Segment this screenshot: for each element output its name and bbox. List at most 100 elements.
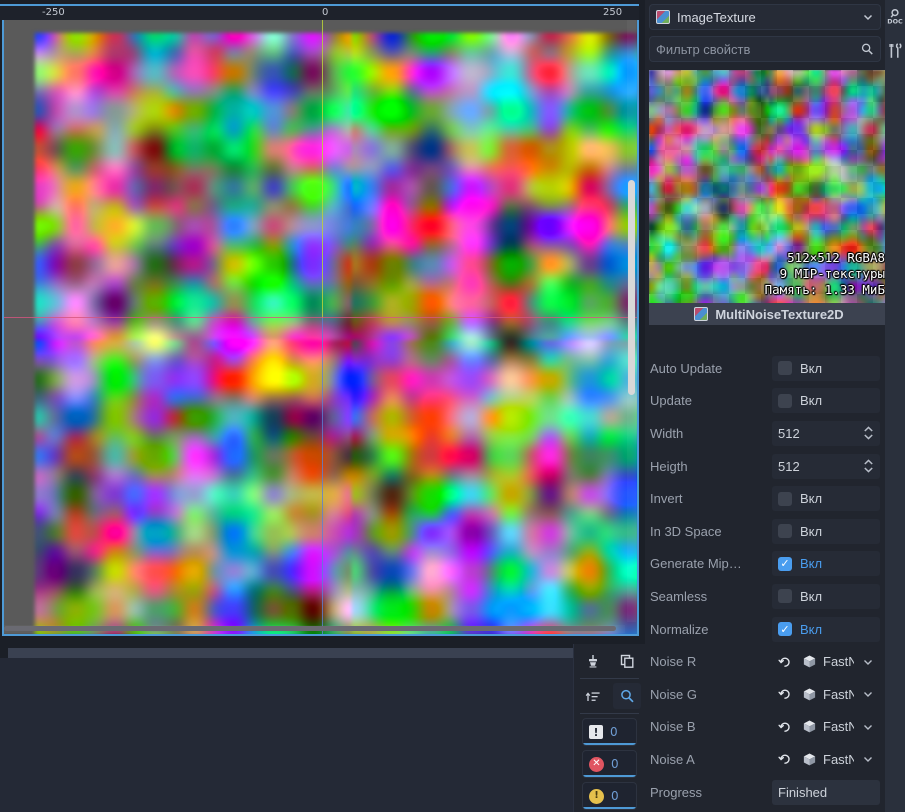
checkbox-label: Вкл [800, 361, 822, 376]
viewport-vertical-scrollbar[interactable] [627, 20, 636, 622]
search-icon[interactable] [860, 42, 874, 56]
property-resource-field[interactable]: FastNois [772, 682, 880, 707]
clear-button[interactable] [579, 648, 607, 674]
chevron-down-icon[interactable] [862, 753, 874, 765]
chevron-down-icon [862, 11, 874, 23]
checkbox-label: Вкл [800, 589, 822, 604]
checkbox[interactable] [778, 524, 792, 538]
checkbox-label: Вкл [800, 622, 822, 637]
property-row: Update Вкл [645, 385, 885, 418]
property-resource-field[interactable]: FastNois [772, 714, 880, 739]
property-row: Noise AFastNois [645, 743, 885, 776]
info-square-icon: ! [589, 725, 603, 739]
resource-picker[interactable]: FastNois [802, 654, 854, 669]
copy-button[interactable] [613, 648, 641, 674]
editor-window: -250 0 250 ! 0 ✕ 0 ! 0 ImageTexture Филь… [0, 0, 905, 812]
error-count: 0 [611, 757, 619, 771]
horizontal-scroll-thumb[interactable] [4, 626, 616, 631]
checkbox-label: Вкл [800, 556, 822, 571]
warning-circle-icon: ! [589, 789, 604, 804]
property-label: Noise B [650, 719, 772, 734]
bottom-panel-header-strip [8, 648, 573, 658]
search-icon [619, 688, 635, 704]
revert-icon[interactable] [778, 687, 792, 701]
texture-preview-thumbnail: 512×512 RGBA8 9 MIP-текстуры Память: 1.3… [649, 70, 889, 325]
checkbox[interactable] [778, 394, 792, 408]
resource-cube-icon [802, 654, 817, 669]
resource-value: FastNois [823, 654, 854, 669]
property-label: In 3D Space [650, 524, 772, 539]
chevron-down-icon[interactable] [862, 688, 874, 700]
property-row: Noise B FastNois [645, 711, 885, 744]
revert-icon[interactable] [778, 655, 792, 669]
texture-size-info: 512×512 RGBA8 [787, 250, 885, 265]
collapse-lines-button[interactable] [579, 683, 607, 709]
property-row: Generate Mip…Вкл [645, 548, 885, 581]
property-number-field[interactable]: 512 [772, 454, 880, 479]
checkbox[interactable] [778, 622, 792, 636]
resource-value: FastNois [823, 687, 854, 702]
documentation-button[interactable]: DOC [885, 0, 905, 34]
revert-icon[interactable] [778, 720, 792, 734]
property-resource-field[interactable]: FastNois [772, 747, 880, 772]
property-row: Noise R FastNois [645, 645, 885, 678]
checkbox[interactable] [778, 361, 792, 375]
number-value[interactable]: 512 [778, 426, 855, 441]
resource-value: FastNois [823, 719, 854, 734]
property-checkbox-field[interactable]: Вкл [772, 584, 880, 609]
error-counter[interactable]: ✕ 0 [582, 750, 637, 778]
search-toggle-button[interactable] [613, 683, 641, 709]
property-row: Width 512 [645, 417, 885, 450]
property-checkbox-field[interactable]: Вкл [772, 551, 880, 576]
chevron-up-icon[interactable] [863, 459, 874, 466]
property-checkbox-field[interactable]: Вкл [772, 356, 880, 381]
chevron-up-icon[interactable] [863, 426, 874, 433]
checkbox-label: Вкл [800, 393, 822, 408]
tools-button[interactable] [885, 34, 905, 68]
value-stepper[interactable] [863, 459, 874, 473]
toolbar-row-actions [574, 644, 645, 678]
doc-search-icon: DOC [887, 8, 903, 26]
property-row: Normalize Вкл [645, 613, 885, 646]
property-row: Progress Finished [645, 776, 885, 809]
resource-picker[interactable]: FastNois [802, 719, 854, 734]
chevron-down-icon[interactable] [862, 656, 874, 668]
ruler-label-max: 250 [601, 7, 622, 19]
property-checkbox-field[interactable]: Вкл [772, 519, 880, 544]
warning-counter[interactable]: ! 0 [582, 782, 637, 810]
right-side-rail: DOC [885, 0, 905, 812]
number-value[interactable]: 512 [778, 459, 855, 474]
resource-name-label: MultiNoiseTexture2D [715, 307, 843, 322]
checkbox[interactable] [778, 492, 792, 506]
chevron-down-icon[interactable] [863, 466, 874, 473]
checkbox[interactable] [778, 557, 792, 571]
property-resource-field[interactable]: FastNois [772, 649, 880, 674]
viewport-horizontal-scrollbar[interactable] [4, 625, 625, 633]
chevron-down-icon[interactable] [863, 433, 874, 440]
copy-icon [619, 653, 635, 669]
property-checkbox-field[interactable]: Вкл [772, 617, 880, 642]
inspector-panel: ImageTexture 512×512 RGBA8 9 MIP-текстур… [645, 0, 885, 812]
property-label: Update [650, 393, 772, 408]
property-filter-box[interactable] [649, 36, 881, 62]
property-number-field[interactable]: 512 [772, 421, 880, 446]
resource-type-selector[interactable]: ImageTexture [649, 4, 881, 30]
vertical-scroll-thumb[interactable] [628, 180, 635, 395]
chevron-down-icon[interactable] [862, 721, 874, 733]
revert-icon[interactable] [778, 752, 792, 766]
resource-type-label: ImageTexture [677, 10, 855, 25]
value-stepper[interactable] [863, 426, 874, 440]
property-checkbox-field[interactable]: Вкл [772, 388, 880, 413]
property-label: Noise R [650, 654, 772, 669]
bottom-panel-content [0, 658, 573, 812]
horizontal-ruler[interactable]: -250 0 250 [0, 4, 639, 20]
info-counter[interactable]: ! 0 [582, 718, 637, 746]
property-label: Width [650, 426, 772, 441]
property-label: Heigth [650, 459, 772, 474]
checkbox[interactable] [778, 589, 792, 603]
texture-preview-canvas[interactable] [2, 20, 639, 636]
resource-picker[interactable]: FastNois [802, 687, 854, 702]
resource-picker[interactable]: FastNois [802, 752, 854, 767]
property-checkbox-field[interactable]: Вкл [772, 486, 880, 511]
search-input[interactable] [656, 42, 860, 57]
